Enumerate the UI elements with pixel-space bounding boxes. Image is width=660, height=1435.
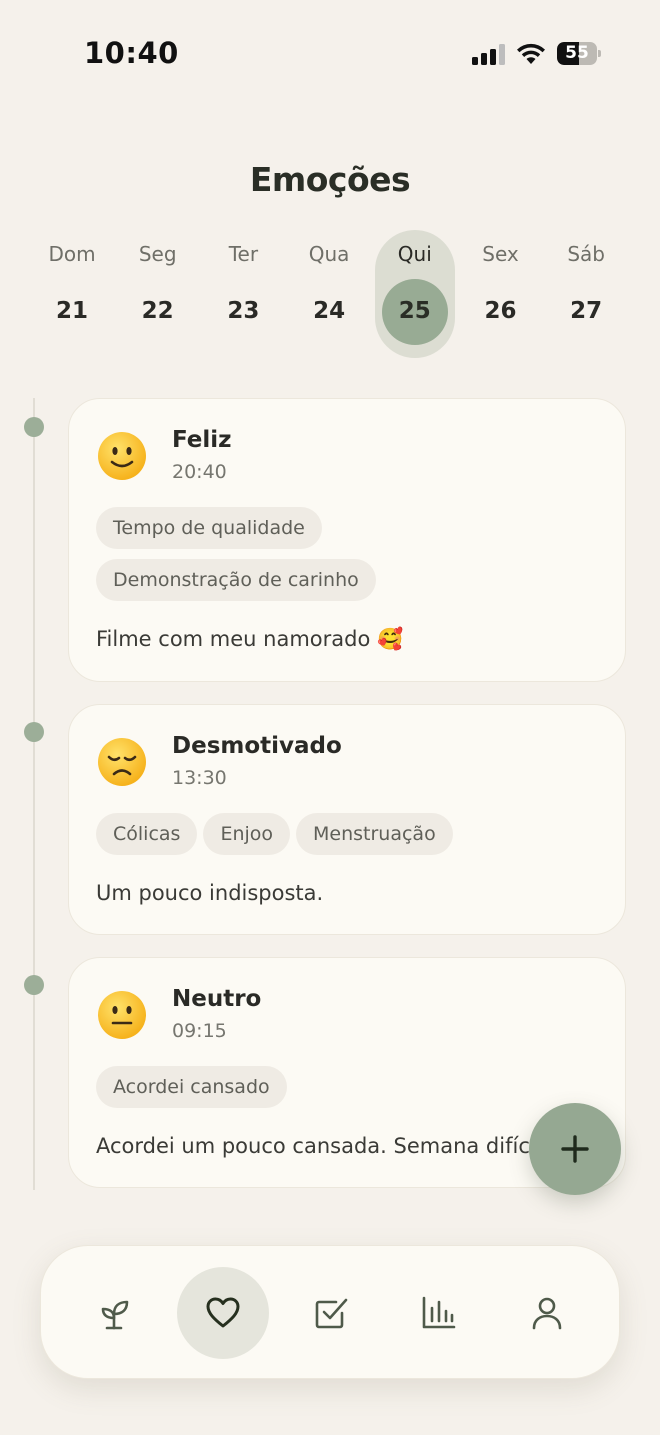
neutral-face-icon	[98, 991, 146, 1039]
day-number: 21	[55, 298, 88, 324]
mood-time: 20:40	[172, 461, 227, 483]
day-number: 26	[484, 298, 517, 324]
tag-chip: Tempo de qualidade	[96, 507, 322, 549]
bottom-navigation	[40, 1245, 620, 1379]
day-number: 27	[570, 298, 603, 324]
day-qui[interactable]: Qui 25	[374, 230, 455, 358]
heart-icon	[206, 1297, 240, 1328]
battery-icon: 55	[557, 42, 601, 65]
day-number: 22	[141, 298, 174, 324]
entry-note: Acordei um pouco cansada. Semana difíc	[96, 1134, 530, 1158]
nav-item-emotions[interactable]	[177, 1267, 269, 1359]
day-qua[interactable]: Qua 24	[289, 230, 369, 358]
plus-icon	[561, 1135, 589, 1163]
day-sáb[interactable]: Sáb 27	[546, 230, 626, 358]
add-emotion-button[interactable]	[529, 1103, 621, 1195]
timeline-dot	[24, 975, 44, 995]
cellular-signal-icon	[472, 43, 506, 65]
timeline-dot	[24, 417, 44, 437]
tag-list: Acordei cansado	[96, 1066, 616, 1118]
emotion-card[interactable]: Desmotivado 13:30 Cólicas Enjoo Menstruaçã…	[68, 704, 626, 935]
nav-item-tasks[interactable]	[285, 1267, 377, 1359]
mood-name: Feliz	[172, 427, 232, 453]
day-label: Ter	[228, 242, 259, 266]
day-dom[interactable]: Dom 21	[32, 230, 112, 358]
mood-time: 13:30	[172, 767, 227, 789]
disappointed-face-icon	[98, 738, 146, 786]
tag-chip: Cólicas	[96, 813, 198, 855]
checkbox-icon	[315, 1298, 348, 1329]
nav-item-profile[interactable]	[501, 1267, 593, 1359]
nav-item-stats[interactable]	[393, 1267, 485, 1359]
mood-name: Neutro	[172, 986, 262, 1012]
status-time: 10:40	[84, 36, 179, 70]
day-label: Qui	[397, 242, 432, 266]
bar-chart-icon	[422, 1296, 456, 1329]
day-label: Seg	[138, 242, 177, 266]
sprout-icon	[101, 1300, 129, 1330]
battery-level: 55	[565, 43, 589, 63]
wifi-icon	[517, 43, 545, 64]
status-bar: 10:40 55	[0, 0, 660, 100]
day-number: 24	[313, 298, 346, 324]
day-label: Qua	[308, 242, 350, 266]
mood-name: Desmotivado	[172, 733, 342, 759]
tag-list: Tempo de qualidade Demonstração de carin…	[96, 507, 616, 611]
day-seg[interactable]: Seg 22	[118, 230, 198, 358]
day-ter[interactable]: Ter 23	[203, 230, 283, 358]
tag-list: Cólicas Enjoo Menstruação	[96, 813, 616, 865]
day-label: Sex	[482, 242, 519, 266]
timeline-dot	[24, 722, 44, 742]
slightly-smiling-face-icon	[98, 432, 146, 480]
tag-chip: Demonstração de carinho	[96, 559, 376, 601]
mood-time: 09:15	[172, 1020, 227, 1042]
nav-item-home[interactable]	[68, 1267, 160, 1359]
day-label: Dom	[48, 242, 96, 266]
day-number: 23	[227, 298, 260, 324]
week-selector: Dom 21 Seg 22 Ter 23 Qua 24 Qui 25 Sex 26 Sáb 27	[30, 230, 630, 360]
emotion-card[interactable]: Feliz 20:40 Tempo de qualidade Demonstra…	[68, 398, 626, 682]
tag-chip: Menstruação	[296, 813, 453, 855]
tag-chip: Acordei cansado	[96, 1066, 287, 1108]
day-sex[interactable]: Sex 26	[461, 230, 541, 358]
user-icon	[532, 1297, 562, 1330]
timeline-line	[33, 398, 35, 1190]
tag-chip: Enjoo	[203, 813, 291, 855]
page-title: Emoções	[249, 160, 411, 199]
day-label: Sáb	[567, 242, 606, 266]
entry-note: Filme com meu namorado 🥰	[96, 627, 404, 651]
entry-note: Um pouco indisposta.	[96, 881, 324, 905]
day-number: 25	[398, 298, 431, 324]
